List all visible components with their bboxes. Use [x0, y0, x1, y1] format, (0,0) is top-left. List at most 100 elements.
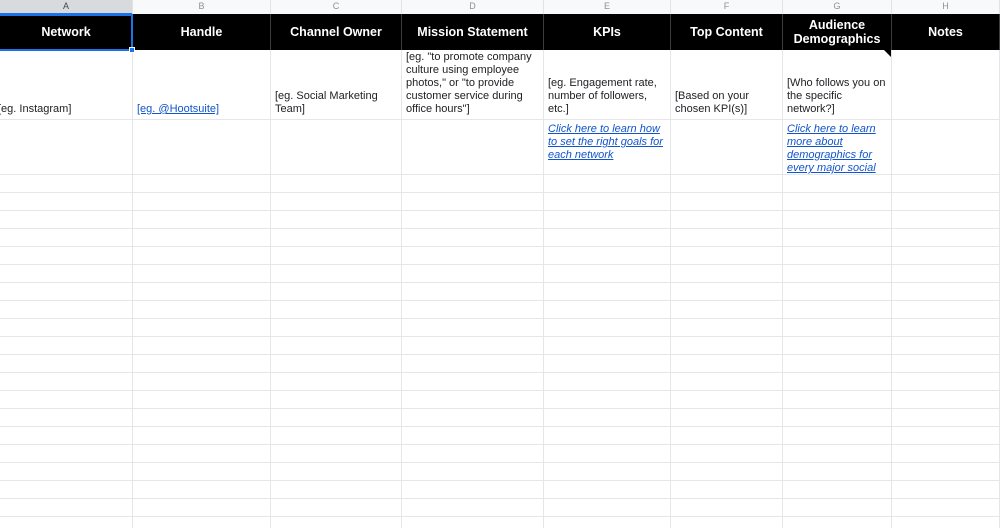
- cell-empty-g[interactable]: [783, 337, 892, 355]
- cell-kpis-example[interactable]: [eg. Engagement rate, number of follower…: [544, 50, 671, 120]
- cell-empty-f[interactable]: [671, 319, 783, 337]
- cell-empty-f[interactable]: [671, 391, 783, 409]
- cell-empty-f[interactable]: [671, 265, 783, 283]
- cell-empty-e[interactable]: [544, 409, 671, 427]
- cell-empty-f[interactable]: [671, 373, 783, 391]
- cell-empty-f[interactable]: [671, 193, 783, 211]
- cell-mission-statement-links[interactable]: [402, 120, 544, 175]
- cell-empty-c[interactable]: [271, 355, 402, 373]
- cell-audience-demographics-example[interactable]: [Who follows you on the specific network…: [783, 50, 892, 120]
- cell-empty-a[interactable]: [0, 463, 133, 481]
- cell-empty-h[interactable]: [892, 427, 1000, 445]
- cell-empty-d[interactable]: [402, 283, 544, 301]
- cell-empty-b[interactable]: [133, 445, 271, 463]
- cell-empty-f[interactable]: [671, 463, 783, 481]
- column-header-h[interactable]: H: [892, 0, 1000, 14]
- cell-empty-h[interactable]: [892, 247, 1000, 265]
- cell-empty-d[interactable]: [402, 481, 544, 499]
- cell-empty-g[interactable]: [783, 301, 892, 319]
- cell-empty-d[interactable]: [402, 409, 544, 427]
- cell-empty-f[interactable]: [671, 355, 783, 373]
- cell-empty-b[interactable]: [133, 229, 271, 247]
- cell-empty-g[interactable]: [783, 391, 892, 409]
- cell-handle-example[interactable]: [eg. @Hootsuite]: [133, 50, 271, 120]
- cell-empty-e[interactable]: [544, 283, 671, 301]
- cell-empty-a[interactable]: [0, 229, 133, 247]
- cell-empty-d[interactable]: [402, 355, 544, 373]
- cell-empty-d[interactable]: [402, 265, 544, 283]
- cell-empty-f[interactable]: [671, 337, 783, 355]
- cell-empty-c[interactable]: [271, 481, 402, 499]
- cell-empty-d[interactable]: [402, 373, 544, 391]
- cell-empty-f[interactable]: [671, 247, 783, 265]
- cell-notes-links[interactable]: [892, 120, 1000, 175]
- cell-empty-d[interactable]: [402, 319, 544, 337]
- cell-channel-owner-example[interactable]: [eg. Social Marketing Team]: [271, 50, 402, 120]
- cell-empty-g[interactable]: [783, 283, 892, 301]
- cell-empty-e[interactable]: [544, 427, 671, 445]
- cell-empty-g[interactable]: [783, 373, 892, 391]
- header-cell-audience-demographics[interactable]: Audience Demographics: [783, 14, 892, 50]
- cell-empty-f[interactable]: [671, 175, 783, 193]
- cell-handle-links[interactable]: [133, 120, 271, 175]
- cell-empty-b[interactable]: [133, 499, 271, 517]
- cell-empty-f[interactable]: [671, 481, 783, 499]
- spreadsheet-grid[interactable]: A B C D E F G H Network Handle Channel O…: [0, 0, 1000, 528]
- cell-empty-h[interactable]: [892, 193, 1000, 211]
- cell-empty-h[interactable]: [892, 481, 1000, 499]
- cell-empty-g[interactable]: [783, 499, 892, 517]
- cell-empty-a[interactable]: [0, 247, 133, 265]
- header-cell-kpis[interactable]: KPIs: [544, 14, 671, 50]
- cell-empty-h[interactable]: [892, 517, 1000, 528]
- cell-empty-c[interactable]: [271, 283, 402, 301]
- cell-empty-b[interactable]: [133, 409, 271, 427]
- cell-kpis-links[interactable]: Click here to learn how to set the right…: [544, 120, 671, 175]
- cell-empty-h[interactable]: [892, 409, 1000, 427]
- cell-empty-c[interactable]: [271, 193, 402, 211]
- cell-empty-f[interactable]: [671, 427, 783, 445]
- cell-empty-h[interactable]: [892, 337, 1000, 355]
- cell-empty-a[interactable]: [0, 499, 133, 517]
- cell-empty-d[interactable]: [402, 337, 544, 355]
- cell-empty-b[interactable]: [133, 247, 271, 265]
- cell-empty-b[interactable]: [133, 337, 271, 355]
- cell-top-content-links[interactable]: [671, 120, 783, 175]
- cell-empty-g[interactable]: [783, 319, 892, 337]
- cell-empty-c[interactable]: [271, 247, 402, 265]
- cell-empty-f[interactable]: [671, 301, 783, 319]
- cell-empty-c[interactable]: [271, 373, 402, 391]
- cell-empty-d[interactable]: [402, 193, 544, 211]
- demographics-help-link[interactable]: Click here to learn more about demograph…: [787, 123, 887, 174]
- column-header-e[interactable]: E: [544, 0, 671, 14]
- cell-empty-a[interactable]: [0, 175, 133, 193]
- cell-empty-d[interactable]: [402, 517, 544, 528]
- cell-empty-b[interactable]: [133, 517, 271, 528]
- cell-empty-f[interactable]: [671, 283, 783, 301]
- cell-empty-a[interactable]: [0, 337, 133, 355]
- cell-empty-h[interactable]: [892, 445, 1000, 463]
- column-header-b[interactable]: B: [133, 0, 271, 14]
- cell-empty-g[interactable]: [783, 409, 892, 427]
- cell-empty-b[interactable]: [133, 319, 271, 337]
- cell-empty-b[interactable]: [133, 265, 271, 283]
- cell-empty-a[interactable]: [0, 373, 133, 391]
- cell-empty-a[interactable]: [0, 409, 133, 427]
- header-cell-top-content[interactable]: Top Content: [671, 14, 783, 50]
- cell-empty-b[interactable]: [133, 193, 271, 211]
- cell-empty-g[interactable]: [783, 247, 892, 265]
- cell-empty-g[interactable]: [783, 175, 892, 193]
- cell-empty-h[interactable]: [892, 301, 1000, 319]
- cell-empty-d[interactable]: [402, 229, 544, 247]
- cell-empty-e[interactable]: [544, 481, 671, 499]
- cell-empty-a[interactable]: [0, 211, 133, 229]
- cell-empty-g[interactable]: [783, 427, 892, 445]
- header-cell-notes[interactable]: Notes: [892, 14, 1000, 50]
- cell-empty-b[interactable]: [133, 373, 271, 391]
- cell-empty-b[interactable]: [133, 211, 271, 229]
- cell-empty-c[interactable]: [271, 175, 402, 193]
- cell-empty-e[interactable]: [544, 517, 671, 528]
- cell-empty-b[interactable]: [133, 391, 271, 409]
- cell-empty-c[interactable]: [271, 265, 402, 283]
- cell-empty-f[interactable]: [671, 499, 783, 517]
- fill-handle[interactable]: [129, 47, 135, 53]
